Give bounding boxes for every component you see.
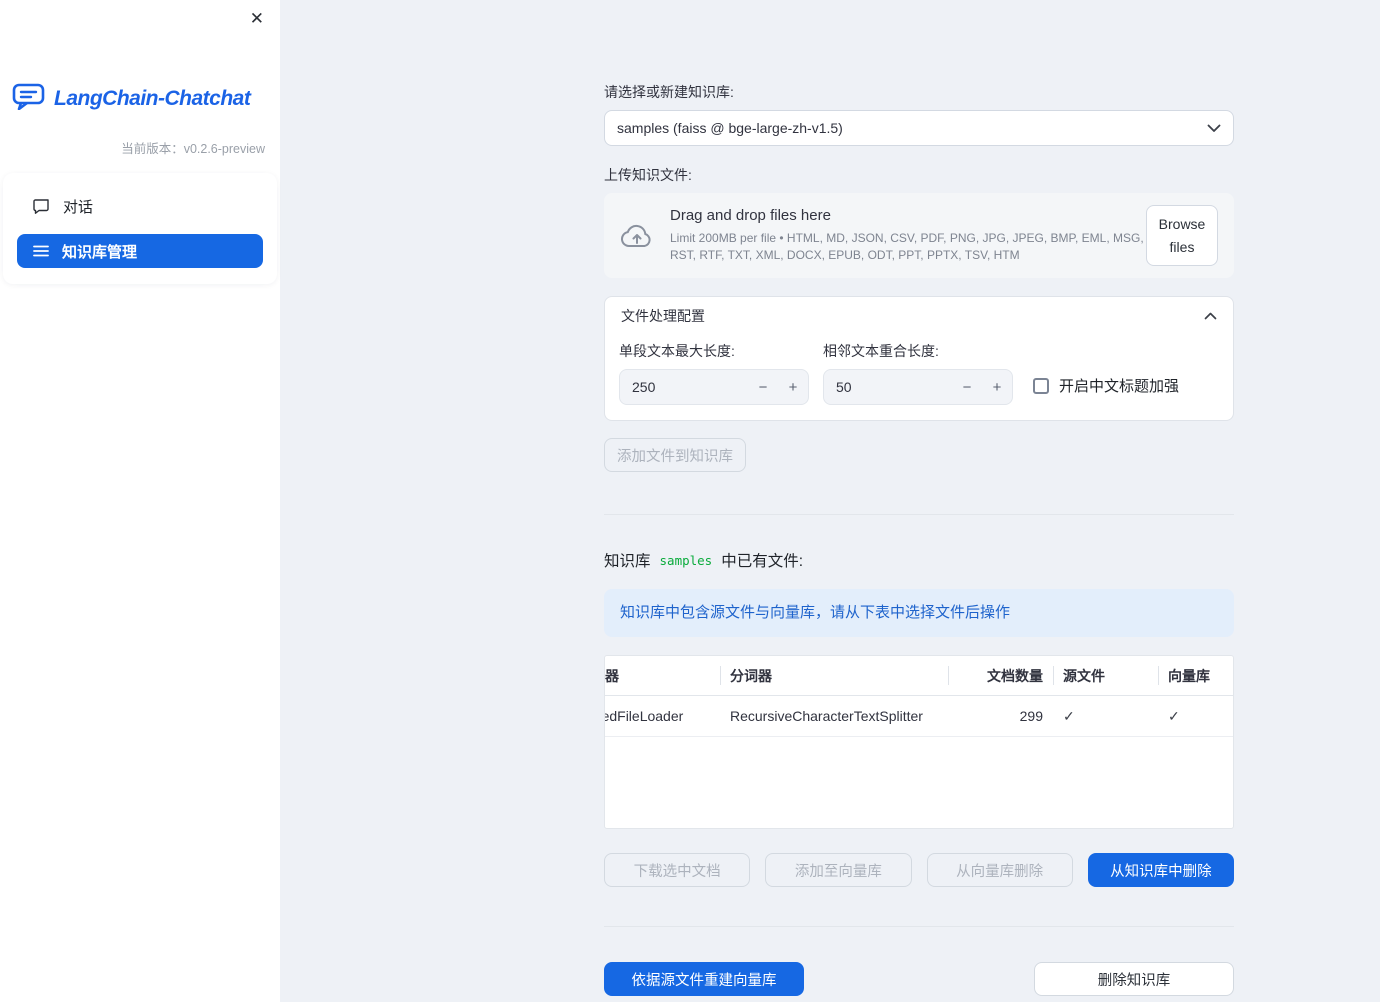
cell-vector-store: ✓ xyxy=(1158,696,1233,736)
cell-doc-count: 299 xyxy=(1019,708,1043,724)
check-icon: ✓ xyxy=(1063,707,1075,724)
add-to-vector-store-button[interactable]: 添加至向量库 xyxy=(765,853,912,887)
zh-title-enhance-label: 开启中文标题加强 xyxy=(1059,378,1180,395)
table-actions: 下载选中文档 添加至向量库 从向量库删除 从知识库中删除 xyxy=(604,853,1234,887)
sidebar: ✕ LangChain-Chatchat 当前版本：v0.2.6-preview… xyxy=(0,0,280,1002)
cell-splitter: RecursiveCharacterTextSplitter xyxy=(730,708,923,724)
chat-logo-icon xyxy=(12,82,45,115)
chevron-up-icon xyxy=(1204,312,1217,320)
delete-from-kb-button[interactable]: 从知识库中删除 xyxy=(1087,853,1234,887)
app-logo: LangChain-Chatchat xyxy=(12,82,268,115)
delete-from-vector-store-button[interactable]: 从向量库删除 xyxy=(926,853,1073,887)
overlap-size-value[interactable]: 50 xyxy=(824,379,952,395)
heading-prefix: 知识库 xyxy=(604,553,651,570)
expander-body: 单段文本最大长度: 250 − + 相邻文本重合长度: 50 − + 开启中文标… xyxy=(605,335,1233,420)
column-header-vector-store[interactable]: 向量库 xyxy=(1158,656,1233,695)
chunk-size-stepper[interactable]: 250 − + xyxy=(619,369,809,405)
sidebar-item-label: 对话 xyxy=(63,198,94,216)
decrement-button[interactable]: − xyxy=(952,370,982,404)
upload-label: 上传知识文件: xyxy=(604,167,692,183)
cell-loader: UnstructuredFileLoader xyxy=(605,708,684,724)
column-header-source-file[interactable]: 源文件 xyxy=(1053,656,1158,695)
info-banner: 知识库中包含源文件与向量库，请从下表中选择文件后操作 xyxy=(604,589,1234,637)
kb-select-value: samples (faiss @ bge-large-zh-v1.5) xyxy=(617,120,843,136)
sidebar-menu: 对话 知识库管理 xyxy=(3,173,277,284)
kb-name-code: samples xyxy=(659,552,713,568)
rebuild-vector-store-button[interactable]: 依据源文件重建向量库 xyxy=(604,962,804,996)
dropzone-limit: Limit 200MB per file • HTML, MD, JSON, C… xyxy=(670,231,1144,262)
chunk-size-value[interactable]: 250 xyxy=(620,379,748,395)
existing-files-heading: 知识库 samples 中已有文件: xyxy=(604,549,1234,571)
sidebar-close-icon[interactable]: ✕ xyxy=(246,6,268,31)
zh-title-enhance-field: 开启中文标题加强 xyxy=(1033,375,1179,396)
kb-bottom-actions: 依据源文件重建向量库 删除知识库 xyxy=(604,962,1234,996)
app-logo-text: LangChain-Chatchat xyxy=(54,86,251,110)
upload-cloud-icon xyxy=(621,224,651,247)
kb-select-label: 请选择或新建知识库: xyxy=(604,84,734,100)
kb-select[interactable]: samples (faiss @ bge-large-zh-v1.5) xyxy=(604,110,1234,146)
table-header-row: 文档加载器 分词器 文档数量 源文件 向量库 xyxy=(605,656,1233,696)
decrement-button[interactable]: − xyxy=(748,370,778,404)
list-icon xyxy=(33,245,49,257)
chunk-size-field: 单段文本最大长度: 250 − + xyxy=(619,341,809,405)
expander-title: 文件处理配置 xyxy=(621,308,705,324)
column-header-doc-count[interactable]: 文档数量 xyxy=(948,656,1053,695)
add-files-button[interactable]: 添加文件到知识库 xyxy=(604,438,746,472)
main-area: 请选择或新建知识库: samples (faiss @ bge-large-zh… xyxy=(280,0,1380,996)
delete-kb-button[interactable]: 删除知识库 xyxy=(1034,962,1234,996)
sidebar-item-label: 知识库管理 xyxy=(62,243,138,261)
divider xyxy=(604,514,1234,515)
chevron-down-icon xyxy=(1207,124,1221,132)
app-version: 当前版本：v0.2.6-preview xyxy=(121,142,265,156)
file-dropzone[interactable]: Drag and drop files here Limit 200MB per… xyxy=(604,193,1234,278)
browse-files-button[interactable]: Browse files xyxy=(1146,205,1218,266)
heading-suffix: 中已有文件: xyxy=(721,553,804,570)
cell-source-file: ✓ xyxy=(1053,696,1158,736)
file-config-expander: 文件处理配置 单段文本最大长度: 250 − + 相邻文本重合长度: 50 − … xyxy=(604,296,1234,421)
files-table: 文档加载器 分词器 文档数量 源文件 向量库 UnstructuredFileL… xyxy=(604,655,1234,829)
expander-header[interactable]: 文件处理配置 xyxy=(605,297,1233,335)
overlap-size-label: 相邻文本重合长度: xyxy=(823,343,939,359)
overlap-size-stepper[interactable]: 50 − + xyxy=(823,369,1013,405)
column-header-splitter[interactable]: 分词器 xyxy=(720,656,948,695)
column-header-loader[interactable]: 文档加载器 xyxy=(605,656,720,695)
increment-button[interactable]: + xyxy=(982,370,1012,404)
increment-button[interactable]: + xyxy=(778,370,808,404)
zh-title-enhance-checkbox[interactable] xyxy=(1033,377,1049,394)
download-selected-button[interactable]: 下载选中文档 xyxy=(604,853,751,887)
overlap-size-field: 相邻文本重合长度: 50 − + xyxy=(823,341,1013,405)
dropzone-title: Drag and drop files here xyxy=(670,207,831,225)
dropzone-text: Drag and drop files here Limit 200MB per… xyxy=(670,207,1146,264)
chat-bubble-icon xyxy=(33,199,49,214)
check-icon: ✓ xyxy=(1168,707,1180,724)
sidebar-item-knowledge-base[interactable]: 知识库管理 xyxy=(17,234,263,268)
divider xyxy=(604,926,1234,927)
sidebar-item-dialogue[interactable]: 对话 xyxy=(17,189,263,223)
table-row[interactable]: UnstructuredFileLoader RecursiveCharacte… xyxy=(605,696,1233,737)
chunk-size-label: 单段文本最大长度: xyxy=(619,343,735,359)
